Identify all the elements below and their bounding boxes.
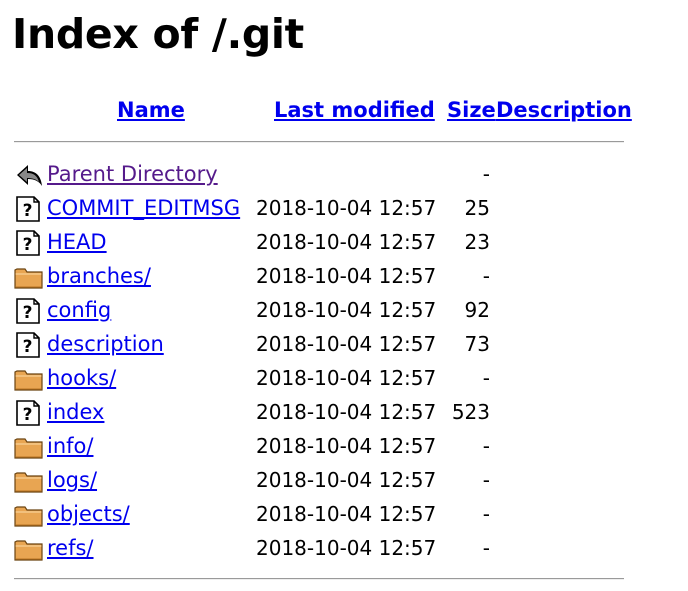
last-modified-cell: 2018-10-04 12:57: [256, 502, 437, 526]
last-modified-cell: 2018-10-04 12:57: [256, 434, 437, 458]
last-modified-cell: 2018-10-04 12:57: [256, 536, 437, 560]
parent-directory-link[interactable]: Parent Directory: [47, 161, 218, 187]
size-cell: -: [482, 502, 490, 526]
file-link[interactable]: description: [47, 331, 164, 357]
unknown-file-icon: ?: [15, 298, 45, 324]
size-cell: 92: [464, 298, 490, 322]
table-row: ? description 2018-10-04 12:57 73: [0, 328, 688, 362]
size-cell: 73: [464, 332, 490, 356]
unknown-file-icon: ?: [15, 332, 45, 358]
folder-icon: [14, 468, 44, 494]
table-row: hooks/2018-10-04 12:57 -: [0, 362, 688, 396]
folder-link[interactable]: hooks/: [47, 365, 116, 391]
table-row: objects/2018-10-04 12:57 -: [0, 498, 688, 532]
size-cell: -: [482, 434, 490, 458]
last-modified-cell: 2018-10-04 12:57: [256, 468, 437, 492]
back-arrow-icon: [14, 162, 44, 188]
last-modified-cell: 2018-10-04 12:57: [256, 196, 437, 220]
page-title: Index of /.git: [12, 10, 304, 58]
size-cell: -: [482, 162, 490, 186]
last-modified-cell: 2018-10-04 12:57: [256, 366, 437, 390]
folder-icon: [14, 434, 44, 460]
sort-by-last-modified-link[interactable]: Last modified: [274, 98, 435, 122]
unknown-file-icon: ?: [15, 230, 45, 256]
svg-text:?: ?: [23, 337, 33, 357]
table-row: refs/2018-10-04 12:57 -: [0, 532, 688, 566]
folder-icon: [14, 264, 44, 290]
size-cell: 523: [451, 400, 490, 424]
table-row: branches/2018-10-04 12:57 -: [0, 260, 688, 294]
last-modified-cell: 2018-10-04 12:57: [256, 264, 437, 288]
table-row: ? COMMIT_EDITMSG 2018-10-04 12:57 25: [0, 192, 688, 226]
size-cell: 25: [464, 196, 490, 220]
last-modified-cell: 2018-10-04 12:57: [256, 332, 437, 356]
folder-icon: [14, 536, 44, 562]
size-cell: -: [482, 264, 490, 288]
size-cell: -: [482, 536, 490, 560]
file-link[interactable]: index: [47, 399, 104, 425]
size-cell: -: [482, 468, 490, 492]
sort-by-description-link[interactable]: Description: [496, 98, 632, 122]
folder-link[interactable]: logs/: [47, 467, 97, 493]
sort-by-size-link[interactable]: Size: [447, 98, 496, 122]
sort-by-name-link[interactable]: Name: [117, 98, 185, 122]
table-row: ? config 2018-10-04 12:57 92: [0, 294, 688, 328]
file-link[interactable]: COMMIT_EDITMSG: [47, 195, 240, 221]
table-row: info/2018-10-04 12:57 -: [0, 430, 688, 464]
size-cell: 23: [464, 230, 490, 254]
folder-icon: [14, 366, 44, 392]
footer-divider: [14, 578, 624, 580]
svg-text:?: ?: [23, 303, 33, 323]
svg-text:?: ?: [23, 405, 33, 425]
table-row: logs/2018-10-04 12:57 -: [0, 464, 688, 498]
last-modified-cell: 2018-10-04 12:57: [256, 230, 437, 254]
table-row: ? HEAD 2018-10-04 12:57 23: [0, 226, 688, 260]
header-divider: [14, 141, 624, 143]
parent-directory-row: Parent Directory -: [0, 158, 688, 192]
file-link[interactable]: config: [47, 297, 111, 323]
svg-text:?: ?: [23, 235, 33, 255]
unknown-file-icon: ?: [15, 400, 45, 426]
file-link[interactable]: HEAD: [47, 229, 107, 255]
last-modified-cell: 2018-10-04 12:57: [256, 400, 437, 424]
table-row: ? index 2018-10-04 12:57 523: [0, 396, 688, 430]
size-cell: -: [482, 366, 490, 390]
last-modified-cell: 2018-10-04 12:57: [256, 298, 437, 322]
folder-link[interactable]: refs/: [47, 535, 94, 561]
folder-link[interactable]: branches/: [47, 263, 151, 289]
unknown-file-icon: ?: [15, 196, 45, 222]
svg-text:?: ?: [23, 201, 33, 221]
folder-link[interactable]: objects/: [47, 501, 130, 527]
folder-icon: [14, 502, 44, 528]
folder-link[interactable]: info/: [47, 433, 93, 459]
